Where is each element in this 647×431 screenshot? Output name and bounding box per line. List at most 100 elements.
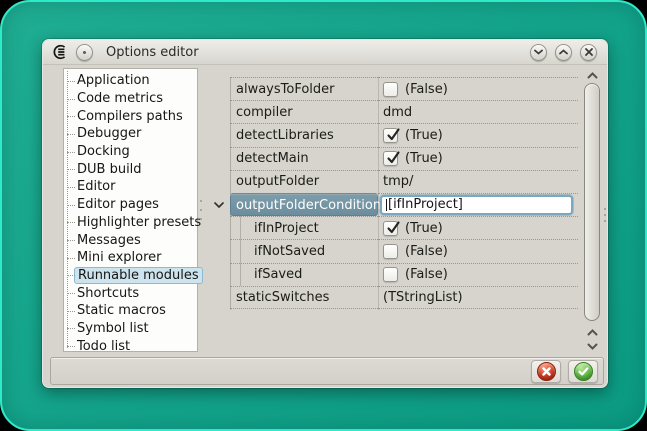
property-value: (True) xyxy=(405,221,443,236)
property-grid: alwaysToFolder (False) compiler dmd dete… xyxy=(208,68,606,355)
sidebar-item[interactable]: Docking xyxy=(64,143,197,161)
property-row[interactable]: ifNotSaved (False) xyxy=(208,239,578,262)
sidebar-item-label: Compilers paths xyxy=(77,109,183,124)
check-icon xyxy=(574,362,593,381)
property-name-cell: ifNotSaved xyxy=(230,239,378,262)
property-rows: alwaysToFolder (False) compiler dmd dete… xyxy=(208,77,578,309)
property-name: ifSaved xyxy=(254,267,302,282)
titlebar[interactable]: Options editor xyxy=(43,40,607,65)
minimize-button[interactable] xyxy=(530,44,547,61)
sidebar-item[interactable]: Code metrics xyxy=(64,90,197,108)
checkbox[interactable] xyxy=(383,82,398,97)
expander-cell[interactable] xyxy=(208,100,230,123)
window-resize-grip[interactable] xyxy=(603,208,606,222)
sidebar-item[interactable]: Editor xyxy=(64,178,197,196)
value-input[interactable] xyxy=(380,195,573,215)
chevron-down-icon xyxy=(214,202,224,208)
checkbox[interactable] xyxy=(383,244,398,259)
sidebar-item[interactable]: Highlighter presets xyxy=(64,214,197,232)
coedit-logo-icon xyxy=(51,44,68,61)
property-value-cell: (False) xyxy=(378,263,578,286)
sidebar-item[interactable]: Shortcuts xyxy=(64,284,197,302)
sidebar-item[interactable]: Todo list xyxy=(64,337,197,355)
sidebar-item[interactable]: DUB build xyxy=(64,160,197,178)
sidebar-item-label: Editor pages xyxy=(77,197,159,212)
property-row[interactable]: ifInProject (True) xyxy=(208,216,578,239)
property-value-cell: (False) xyxy=(378,77,578,100)
expander-cell[interactable] xyxy=(208,170,230,193)
sidebar-item-label: Application xyxy=(77,73,150,88)
checkbox[interactable] xyxy=(383,151,398,166)
cancel-x-icon xyxy=(537,362,556,381)
sidebar-item-label: Highlighter presets xyxy=(77,215,201,230)
sidebar-item[interactable]: Runnable modules xyxy=(64,267,197,285)
property-row[interactable]: outputFolder tmp/ xyxy=(208,170,578,193)
property-name: detectLibraries xyxy=(236,128,334,143)
property-value: (TStringList) xyxy=(383,290,463,305)
checkbox[interactable] xyxy=(383,221,398,236)
property-value-cell: (True) xyxy=(378,123,578,146)
sidebar-item[interactable]: Mini explorer xyxy=(64,249,197,267)
splitter-grip[interactable] xyxy=(199,200,203,220)
sidebar-item-label: Symbol list xyxy=(77,321,149,336)
sidebar-item[interactable]: Symbol list xyxy=(64,320,197,338)
maximize-button[interactable] xyxy=(555,44,572,61)
checkbox[interactable] xyxy=(383,128,398,143)
property-row[interactable]: outputFolderConditions xyxy=(208,193,578,216)
options-editor-window: Options editor Application Code metrics … xyxy=(42,39,608,388)
sidebar-item-label: Runnable modules xyxy=(74,267,203,284)
property-row[interactable]: detectMain (True) xyxy=(208,147,578,170)
expander-cell[interactable] xyxy=(208,77,230,100)
cancel-button[interactable] xyxy=(531,360,561,383)
check-icon xyxy=(385,219,401,235)
scroll-up-button-2[interactable] xyxy=(586,327,599,337)
checkbox[interactable] xyxy=(383,267,398,282)
property-row[interactable]: ifSaved (False) xyxy=(208,263,578,286)
property-value: (False) xyxy=(405,267,448,282)
sidebar-item-label: Debugger xyxy=(77,126,141,141)
vertical-scrollbar[interactable] xyxy=(583,68,602,355)
property-name: ifInProject xyxy=(254,221,319,236)
property-row[interactable]: alwaysToFolder (False) xyxy=(208,77,578,100)
expander-cell[interactable] xyxy=(208,263,230,286)
sidebar-item[interactable]: Debugger xyxy=(64,125,197,143)
chevron-down-icon xyxy=(587,343,598,350)
scroll-up-button[interactable] xyxy=(586,70,599,80)
sidebar-item[interactable]: Compilers paths xyxy=(64,107,197,125)
expander-cell[interactable] xyxy=(208,239,230,262)
sidebar-item[interactable]: Messages xyxy=(64,231,197,249)
property-name-cell: compiler xyxy=(230,100,378,123)
expander-cell[interactable] xyxy=(208,123,230,146)
sidebar-item[interactable]: Editor pages xyxy=(64,196,197,214)
property-name-cell: ifInProject xyxy=(230,216,378,239)
property-name: compiler xyxy=(236,105,293,120)
property-name: detectMain xyxy=(236,151,309,166)
scrollbar-thumb[interactable] xyxy=(584,83,600,321)
property-name-cell: staticSwitches xyxy=(230,286,378,309)
expander-cell[interactable] xyxy=(208,286,230,309)
window-menu-button[interactable] xyxy=(76,44,93,61)
property-value-cell: (False) xyxy=(378,239,578,262)
close-button[interactable] xyxy=(580,44,597,61)
chevron-up-icon xyxy=(559,49,568,55)
property-value-cell xyxy=(378,193,578,216)
property-name: staticSwitches xyxy=(236,290,329,305)
property-value: (True) xyxy=(405,128,443,143)
accept-button[interactable] xyxy=(568,360,598,383)
expander-cell[interactable] xyxy=(208,216,230,239)
property-row[interactable]: detectLibraries (True) xyxy=(208,123,578,146)
expander-cell[interactable] xyxy=(208,147,230,170)
property-value-cell: dmd xyxy=(378,100,578,123)
property-value: (False) xyxy=(405,82,448,97)
property-row[interactable]: staticSwitches (TStringList) xyxy=(208,286,578,309)
scroll-down-button[interactable] xyxy=(586,341,599,351)
property-name-cell: outputFolderConditions xyxy=(230,193,378,216)
expander-cell[interactable] xyxy=(208,193,230,216)
property-name-cell: detectLibraries xyxy=(230,123,378,146)
sidebar-item[interactable]: Static macros xyxy=(64,302,197,320)
property-name: alwaysToFolder xyxy=(236,82,335,97)
close-x-icon xyxy=(585,48,593,56)
property-row[interactable]: compiler dmd xyxy=(208,100,578,123)
sidebar-item-label: Todo list xyxy=(77,339,130,354)
sidebar-item[interactable]: Application xyxy=(64,72,197,90)
